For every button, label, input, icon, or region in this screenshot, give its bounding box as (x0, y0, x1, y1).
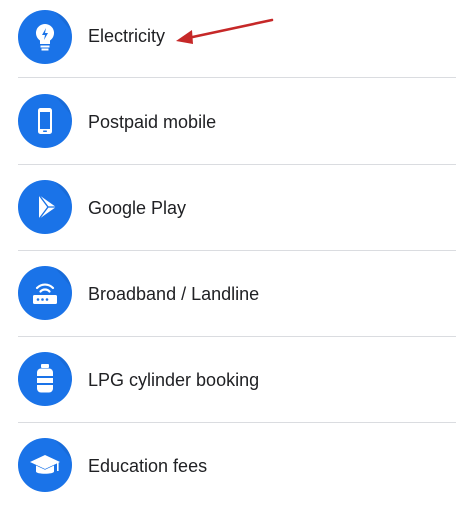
list-item-label: Google Play (88, 198, 187, 218)
list-item-google-play[interactable]: Google Play (0, 168, 456, 248)
divider (18, 77, 456, 78)
google-play-icon (18, 180, 72, 234)
list-item-label: Electricity (88, 26, 166, 46)
list-item-label: Postpaid mobile (88, 112, 217, 132)
graduation-cap-icon (18, 438, 72, 492)
list-item-postpaid-mobile[interactable]: Postpaid mobile (0, 82, 456, 162)
list-item-broadband-landline[interactable]: Broadband / Landline (0, 254, 456, 334)
router-icon (18, 266, 72, 320)
lightbulb-icon (18, 10, 72, 64)
list-item-education-fees[interactable]: Education fees (0, 426, 456, 506)
divider (18, 164, 456, 165)
list-item-lpg-cylinder-booking[interactable]: LPG cylinder booking (0, 340, 456, 420)
divider (18, 422, 456, 423)
gas-cylinder-icon (18, 352, 72, 406)
list-item-label: Education fees (88, 456, 208, 476)
list-item-label: Broadband / Landline (88, 284, 260, 304)
divider (18, 250, 456, 251)
mobile-phone-icon (18, 94, 72, 148)
list-item-label: LPG cylinder booking (88, 370, 260, 390)
list-item-electricity[interactable]: Electricity (0, 0, 456, 80)
divider (18, 336, 456, 337)
